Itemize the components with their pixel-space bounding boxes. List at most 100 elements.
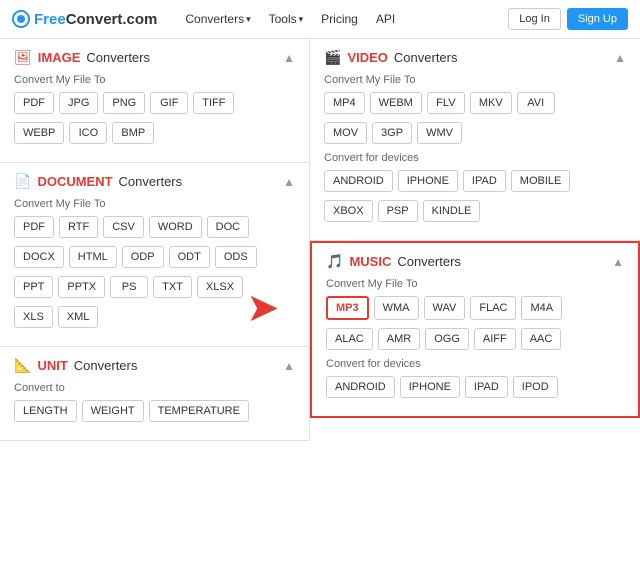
fmt-png[interactable]: PNG	[103, 92, 145, 114]
fmt-csv[interactable]: CSV	[103, 216, 144, 238]
video-collapse-icon[interactable]: ▲	[614, 51, 626, 65]
fmt-wma[interactable]: WMA	[374, 296, 419, 320]
fmt-xml[interactable]: XML	[58, 306, 99, 328]
image-section-title: 🖼 IMAGE Converters	[14, 49, 150, 66]
fmt-xls[interactable]: XLS	[14, 306, 53, 328]
fmt-flv[interactable]: FLV	[427, 92, 465, 114]
fmt-webm[interactable]: WEBM	[370, 92, 422, 114]
document-section-header: 📄 DOCUMENT Converters ▲	[14, 173, 295, 190]
fmt-alac[interactable]: ALAC	[326, 328, 373, 350]
fmt-m4a[interactable]: M4A	[521, 296, 562, 320]
fmt-mkv[interactable]: MKV	[470, 92, 512, 114]
fmt-pdf[interactable]: PDF	[14, 216, 54, 238]
fmt-pdf[interactable]: PDF	[14, 92, 54, 114]
fmt-psp[interactable]: PSP	[378, 200, 418, 222]
music-section-header: 🎵 MUSIC Converters ▲	[326, 253, 624, 270]
document-formats-row1: PDF RTF CSV WORD DOC	[14, 216, 295, 238]
fmt-rtf[interactable]: RTF	[59, 216, 98, 238]
image-icon: 🖼	[14, 49, 32, 66]
nav-converters[interactable]: Converters ▾	[177, 8, 258, 30]
fmt-mp4[interactable]: MP4	[324, 92, 365, 114]
fmt-docx[interactable]: DOCX	[14, 246, 64, 268]
fmt-3gp[interactable]: 3GP	[372, 122, 412, 144]
fmt-odp[interactable]: ODP	[122, 246, 164, 268]
fmt-pptx[interactable]: PPTX	[58, 276, 105, 298]
main-content: 🖼 IMAGE Converters ▲ Convert My File To …	[0, 39, 640, 441]
music-type-bold: MUSIC	[349, 254, 391, 269]
fmt-mov[interactable]: MOV	[324, 122, 367, 144]
fmt-android[interactable]: ANDROID	[324, 170, 393, 192]
video-formats-file-row2: MOV 3GP WMV	[324, 122, 626, 144]
fmt-mp3[interactable]: MP3	[326, 296, 369, 320]
video-sub-label-file: Convert My File To	[324, 74, 626, 86]
music-icon: 🎵	[326, 253, 343, 270]
fmt-word[interactable]: WORD	[149, 216, 202, 238]
fmt-ico[interactable]: ICO	[69, 122, 107, 144]
signup-button[interactable]: Sign Up	[567, 8, 628, 30]
login-button[interactable]: Log In	[508, 8, 561, 30]
image-sub-label: Convert My File To	[14, 74, 295, 86]
fmt-mobile[interactable]: MOBILE	[511, 170, 571, 192]
video-section: 🎬 VIDEO Converters ▲ Convert My File To …	[310, 39, 640, 241]
fmt-html[interactable]: HTML	[69, 246, 117, 268]
fmt-aac[interactable]: AAC	[521, 328, 562, 350]
fmt-ipad[interactable]: IPAD	[463, 170, 506, 192]
document-type-bold: DOCUMENT	[37, 174, 112, 189]
fmt-ipod[interactable]: IPOD	[513, 376, 558, 398]
music-formats-file-row1: ➤ MP3 WMA WAV FLAC M4A	[326, 296, 624, 320]
fmt-ipad-music[interactable]: IPAD	[465, 376, 508, 398]
video-icon: 🎬	[324, 49, 341, 66]
nav-api[interactable]: API	[368, 8, 403, 30]
fmt-gif[interactable]: GIF	[150, 92, 188, 114]
fmt-iphone[interactable]: IPHONE	[398, 170, 458, 192]
music-section-title: 🎵 MUSIC Converters	[326, 253, 461, 270]
fmt-weight[interactable]: WEIGHT	[82, 400, 144, 422]
nav-pricing[interactable]: Pricing	[313, 8, 366, 30]
fmt-doc[interactable]: DOC	[207, 216, 249, 238]
unit-collapse-icon[interactable]: ▲	[283, 359, 295, 373]
fmt-wmv[interactable]: WMV	[417, 122, 462, 144]
music-collapse-icon[interactable]: ▲	[612, 255, 624, 269]
nav-tools[interactable]: Tools ▾	[261, 8, 312, 30]
logo[interactable]: FreeConvert.com	[12, 10, 157, 28]
music-formats-file-row2: ALAC AMR OGG AIFF AAC	[326, 328, 624, 350]
image-type-normal: Converters	[86, 50, 150, 65]
fmt-tiff[interactable]: TIFF	[193, 92, 234, 114]
fmt-kindle[interactable]: KINDLE	[423, 200, 481, 222]
music-section: 🎵 MUSIC Converters ▲ Convert My File To …	[310, 241, 640, 418]
unit-section-title: 📐 UNIT Converters	[14, 357, 137, 374]
fmt-ogg[interactable]: OGG	[425, 328, 469, 350]
image-collapse-icon[interactable]: ▲	[283, 51, 295, 65]
fmt-xlsx[interactable]: XLSX	[197, 276, 243, 298]
fmt-aiff[interactable]: AIFF	[474, 328, 516, 350]
video-section-header: 🎬 VIDEO Converters ▲	[324, 49, 626, 66]
video-section-title: 🎬 VIDEO Converters	[324, 49, 457, 66]
document-sub-label: Convert My File To	[14, 198, 295, 210]
document-collapse-icon[interactable]: ▲	[283, 175, 295, 189]
fmt-android-music[interactable]: ANDROID	[326, 376, 395, 398]
fmt-amr[interactable]: AMR	[378, 328, 420, 350]
fmt-odt[interactable]: ODT	[169, 246, 210, 268]
video-type-normal: Converters	[394, 50, 458, 65]
fmt-iphone-music[interactable]: IPHONE	[400, 376, 460, 398]
fmt-jpg[interactable]: JPG	[59, 92, 98, 114]
fmt-webp[interactable]: WEBP	[14, 122, 64, 144]
fmt-xbox[interactable]: XBOX	[324, 200, 373, 222]
fmt-wav[interactable]: WAV	[424, 296, 466, 320]
fmt-ps[interactable]: PS	[110, 276, 148, 298]
fmt-length[interactable]: LENGTH	[14, 400, 77, 422]
fmt-flac[interactable]: FLAC	[470, 296, 516, 320]
unit-formats-row1: LENGTH WEIGHT TEMPERATURE	[14, 400, 295, 422]
image-formats-row2: WEBP ICO BMP	[14, 122, 295, 144]
fmt-ods[interactable]: ODS	[215, 246, 257, 268]
unit-type-normal: Converters	[74, 358, 138, 373]
fmt-bmp[interactable]: BMP	[112, 122, 154, 144]
left-column: 🖼 IMAGE Converters ▲ Convert My File To …	[0, 39, 310, 441]
right-column: 🎬 VIDEO Converters ▲ Convert My File To …	[310, 39, 640, 441]
fmt-temperature[interactable]: TEMPERATURE	[149, 400, 249, 422]
fmt-txt[interactable]: TXT	[153, 276, 192, 298]
fmt-avi[interactable]: AVI	[517, 92, 555, 114]
fmt-ppt[interactable]: PPT	[14, 276, 53, 298]
unit-icon: 📐	[14, 357, 31, 374]
music-sub-label-device: Convert for devices	[326, 358, 624, 370]
